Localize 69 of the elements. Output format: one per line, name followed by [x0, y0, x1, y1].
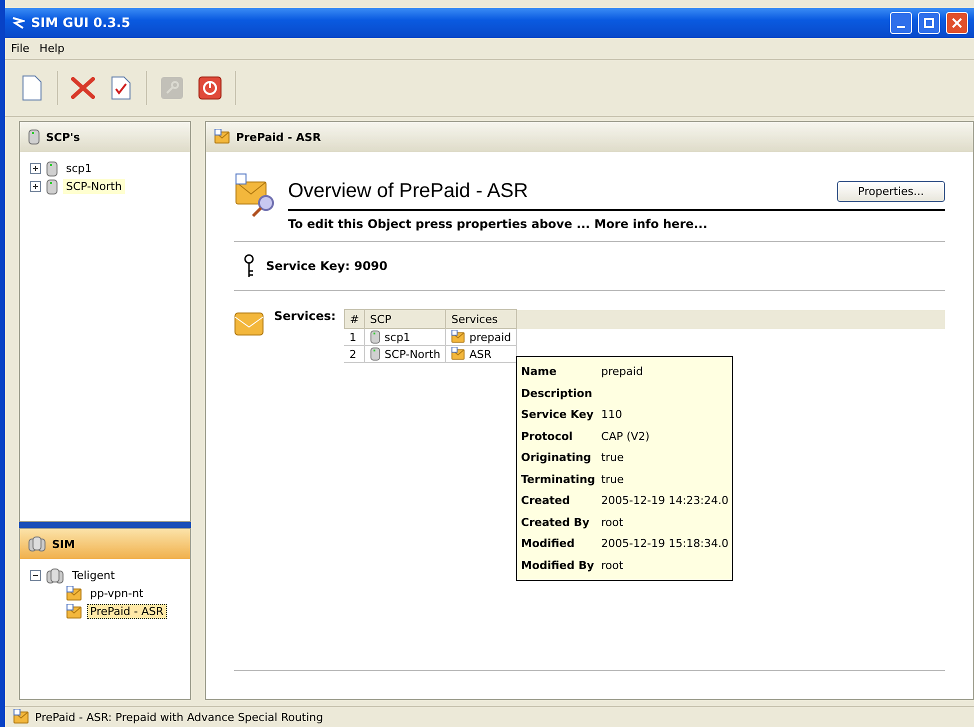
- table-cell: prepaid: [469, 330, 512, 344]
- power-icon: [198, 76, 222, 100]
- tooltip-value: true: [601, 450, 625, 466]
- tooltip-key: Created: [521, 490, 596, 512]
- service-icon: [451, 347, 466, 361]
- tooltip-value: root: [601, 514, 624, 530]
- close-icon: [70, 76, 96, 100]
- server-icon: [46, 178, 58, 194]
- table-cell: ASR: [469, 348, 492, 360]
- app-icon: [11, 16, 25, 30]
- collapse-toggle[interactable]: [30, 570, 41, 581]
- table-cell: SCP-North: [384, 348, 440, 360]
- table-cell-text: 1: [349, 330, 358, 344]
- service-icon: [66, 604, 82, 620]
- tooltip-key: Service Key: [521, 404, 596, 426]
- server-group-icon: [46, 568, 64, 584]
- tooltip-value: 110: [601, 407, 624, 423]
- close-button[interactable]: [946, 12, 968, 34]
- panel-title: SCP's: [46, 130, 80, 144]
- tooltip-value: prepaid: [601, 364, 644, 380]
- services-label: Services:: [274, 309, 336, 325]
- table-cell-text: 2: [349, 348, 358, 360]
- tooltip-key: Modified By: [521, 554, 596, 576]
- column-header[interactable]: SCP: [364, 310, 446, 328]
- tooltip-key: Name: [521, 361, 596, 382]
- page-heading: Overview of PrePaid - ASR: [288, 180, 528, 203]
- tree-item[interactable]: SCP-North: [63, 179, 125, 194]
- column-header[interactable]: Services: [446, 310, 517, 328]
- service-key-label: Service Key: 9090: [266, 259, 388, 273]
- panel-title: SIM: [52, 538, 75, 550]
- properties-button[interactable]: Properties...: [836, 181, 945, 202]
- tree-item[interactable]: pp-vpn-nt: [87, 586, 146, 601]
- expand-toggle[interactable]: [30, 163, 41, 174]
- envelope-icon: [214, 129, 230, 145]
- service-icon: [451, 330, 466, 344]
- expand-toggle[interactable]: [30, 181, 41, 192]
- key-icon: [244, 254, 254, 278]
- menu-item[interactable]: File: [11, 42, 30, 55]
- checked-document-icon: [110, 76, 132, 100]
- key-icon: [160, 76, 184, 100]
- panel-title: PrePaid - ASR: [236, 130, 321, 144]
- tooltip-value: CAP (V2): [601, 428, 651, 444]
- tooltip-key: Modified: [521, 533, 596, 554]
- tooltip-key: Created By: [521, 512, 596, 533]
- window-title: SIM GUI 0.3.5: [31, 16, 132, 30]
- status-text: PrePaid - ASR: Prepaid with Advance Special Routing: [35, 710, 324, 724]
- minimize-button[interactable]: [890, 12, 912, 34]
- maximize-button[interactable]: [918, 12, 940, 34]
- service-icon: [66, 586, 82, 602]
- tree-item[interactable]: Teligent: [69, 568, 118, 583]
- tooltip-key: Originating: [521, 447, 596, 468]
- service-icon: [13, 709, 29, 725]
- tooltip-value: root: [601, 558, 624, 574]
- tooltip-value: 2005-12-19 14:23:24.0: [601, 493, 728, 509]
- tooltip-key: Description: [521, 382, 596, 404]
- tooltip-key: Protocol: [521, 426, 596, 447]
- tree-item[interactable]: PrePaid - ASR: [87, 604, 167, 619]
- server-icon: [28, 129, 40, 145]
- server-group-icon: [28, 536, 46, 552]
- hint-text: To edit this Object press properties above ... More info here...: [288, 216, 708, 233]
- tooltip-key: Terminating: [521, 468, 596, 490]
- tooltip-value: true: [601, 472, 625, 488]
- tooltip-value: 2005-12-19 15:18:34.0: [601, 536, 728, 552]
- table-cell: scp1: [384, 330, 410, 344]
- column-header[interactable]: #: [344, 310, 365, 328]
- tree-item[interactable]: scp1: [63, 161, 95, 176]
- new-document-icon: [21, 75, 43, 101]
- server-icon: [46, 160, 58, 176]
- menu-item[interactable]: Help: [39, 42, 64, 55]
